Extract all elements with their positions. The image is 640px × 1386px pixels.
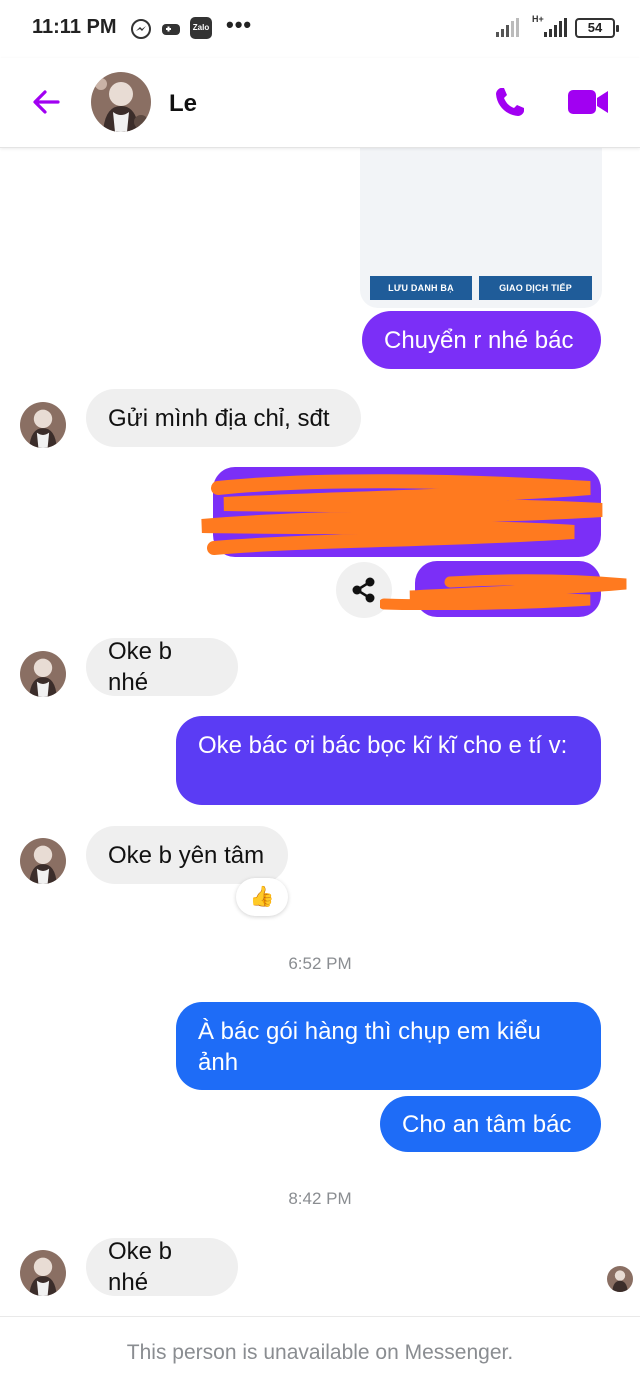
- message-bubble-outgoing[interactable]: Chuyển r nhé bác: [362, 311, 601, 369]
- unavailable-text: This person is unavailable on Messenger.: [126, 1341, 514, 1364]
- sender-avatar[interactable]: [20, 838, 66, 884]
- message-bubble-incoming[interactable]: Gửi mình địa chỉ, sđt: [86, 389, 361, 447]
- message-text: Oke b nhé: [108, 638, 173, 696]
- message-bubble-incoming[interactable]: Oke b nhé: [86, 638, 238, 696]
- avatar-photo: [20, 402, 66, 448]
- message-bubble-incoming[interactable]: Oke b nhé: [86, 1238, 238, 1296]
- timestamp: 6:52 PM: [288, 954, 352, 973]
- message-bubble-outgoing[interactable]: Oke bác ơi bác bọc kĩ kĩ cho e tí v:: [176, 716, 601, 805]
- message-text: À bác gói hàng thì chụp em kiểu ảnh: [198, 1018, 541, 1076]
- unavailable-footer: This person is unavailable on Messenger.: [0, 1316, 640, 1386]
- message-bubble-outgoing[interactable]: Cho an tâm bác: [380, 1096, 601, 1152]
- message-text: Chuyển r nhé bác: [384, 326, 574, 354]
- sender-avatar[interactable]: [20, 402, 66, 448]
- video-camera-icon[interactable]: [566, 86, 610, 118]
- redaction-scribble: [380, 574, 627, 610]
- game-icon: [162, 24, 180, 35]
- message-bubble-incoming[interactable]: Oke b yên tâm: [86, 826, 288, 884]
- message-text: Oke bác ơi bác bọc kĩ kĩ cho e tí v:: [198, 732, 568, 759]
- phone-icon[interactable]: [492, 84, 528, 120]
- zalo-label: Zalo: [192, 23, 210, 32]
- signal-icon: [496, 18, 519, 37]
- timestamp: 8:42 PM: [288, 1189, 352, 1208]
- contact-name[interactable]: Le: [169, 90, 197, 118]
- battery-icon: 54: [575, 18, 619, 38]
- contact-avatar[interactable]: [91, 72, 151, 132]
- thumbs-up-icon: 👍: [249, 886, 275, 908]
- redaction-scribble: [201, 474, 603, 555]
- message-text: Oke b yên tâm: [108, 841, 265, 869]
- avatar-photo: [20, 838, 66, 884]
- avatar-photo: [607, 1266, 633, 1292]
- status-bar: 11:11 PM Zalo ••• H+ 54: [0, 0, 640, 58]
- transfer-receipt-card[interactable]: LƯU DANH BẠ GIAO DỊCH TIẾP: [360, 148, 602, 308]
- status-time: 11:11 PM: [32, 16, 117, 38]
- message-bubble-outgoing[interactable]: À bác gói hàng thì chụp em kiểu ảnh: [176, 1002, 601, 1090]
- seen-indicator-avatar: [607, 1266, 633, 1292]
- message-text: Oke b nhé: [108, 1238, 173, 1296]
- avatar-photo: [20, 1250, 66, 1296]
- zalo-icon: Zalo: [190, 17, 212, 39]
- signal-icon-2: [544, 18, 567, 37]
- save-contact-button[interactable]: LƯU DANH BẠ: [370, 276, 472, 300]
- back-arrow-icon[interactable]: [28, 84, 64, 120]
- continue-transaction-button[interactable]: GIAO DỊCH TIẾP: [479, 276, 592, 300]
- conversation-header: Le: [0, 58, 640, 148]
- reaction-badge[interactable]: 👍: [236, 878, 288, 916]
- message-text: Gửi mình địa chỉ, sđt: [108, 404, 330, 432]
- avatar-photo: [20, 651, 66, 697]
- messenger-icon: [131, 19, 151, 39]
- sender-avatar[interactable]: [20, 651, 66, 697]
- more-dots-icon: •••: [226, 12, 253, 37]
- avatar-photo: [91, 72, 151, 132]
- sender-avatar[interactable]: [20, 1250, 66, 1296]
- message-text: Cho an tâm bác: [402, 1110, 572, 1138]
